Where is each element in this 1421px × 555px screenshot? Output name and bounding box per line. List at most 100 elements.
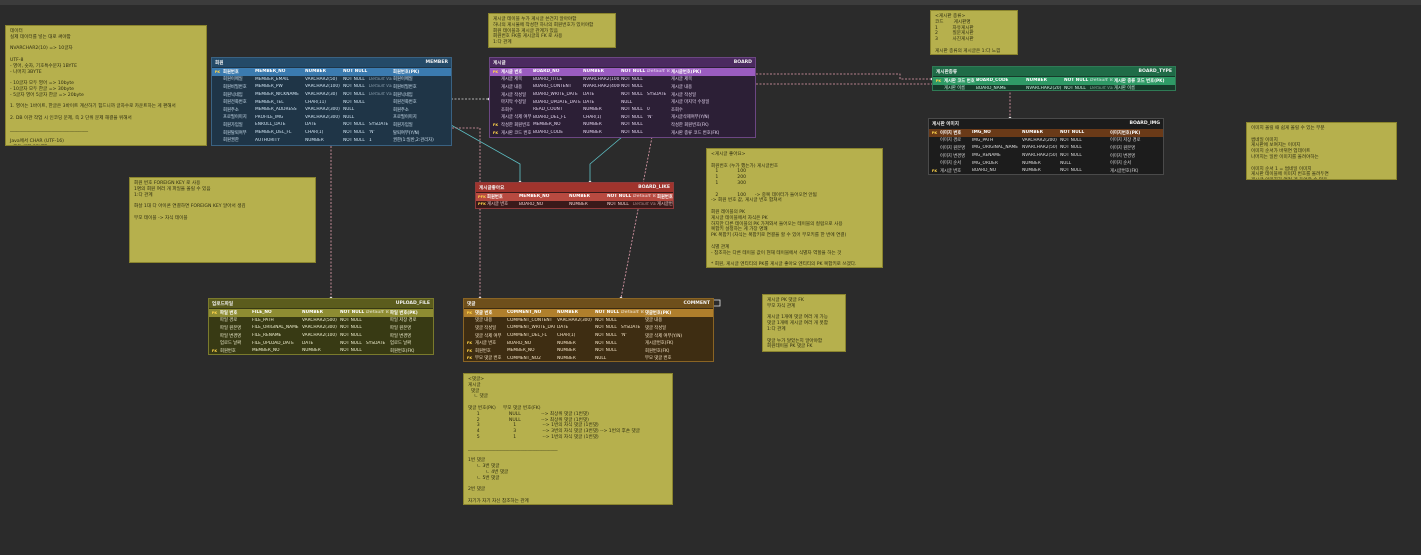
entity-board-like[interactable]: 게시글좋아요 BOARD_LIKE PFK 회원번호 MEMBER_NO NUMBER NO…: [475, 182, 674, 209]
physical-name: BOARD_NO: [533, 69, 560, 75]
data-type: NVARCHAR2(50): [1022, 153, 1058, 159]
comment: 이미지번호(PK): [1110, 130, 1141, 136]
entity-column-row[interactable]: 회원전화번호 MEMBER_TEL CHAR(11) NOT NULL 회원전화번호: [212, 98, 451, 106]
entity-board-type[interactable]: 게시판종류 BOARD_TYPE PK 게시판 코드 번호 BOARD_CODE NUMB…: [932, 66, 1176, 91]
nullable: NOT NULL: [340, 333, 362, 339]
entity-column-row[interactable]: 파일 원본명 FILE_ORIGINAL_NAME VARCHAR2(300) NOT…: [209, 324, 433, 332]
entity-header[interactable]: 업로드파일 UPLOAD_FILE: [209, 299, 433, 308]
entity-column-row[interactable]: 댓글 내용 COMMENT_CONTENT VARCHAR2(300) NOT NUL…: [464, 317, 713, 325]
entity-header[interactable]: 게시판종류 BOARD_TYPE: [933, 67, 1175, 76]
entity-column-row[interactable]: 프로필이미지 PROFILE_IMG VARCHAR2(300) NULL 프로필이미지: [212, 114, 451, 122]
entity-column-row[interactable]: 회원비밀번호 MEMBER_PW VARCHAR2(100) NOT NULL Defa…: [212, 83, 451, 91]
note-line: 1:다 관계: [493, 40, 512, 46]
entity-header[interactable]: 게시글좋아요 BOARD_LIKE: [476, 183, 673, 192]
entity-column-row[interactable]: PK 회원번호 MEMBER_NO NUMBER NOT NULL 회원번호(PK): [212, 68, 451, 76]
comment: 게시판 종류 코드 번호(PK): [1114, 78, 1165, 84]
entity-upload-file[interactable]: 업로드파일 UPLOAD_FILE PK 파일 번호 FILE_NO NUMBER NOT …: [208, 298, 434, 355]
entity-column-row[interactable]: 파일 변경명 FILE_RENAME VARCHAR2(100) NOT NULL 파일…: [209, 332, 433, 340]
logical-name: 댓글 번호: [475, 310, 493, 316]
entity-column-row[interactable]: 회원권한 AUTHORITY NUMBER NOT NULL 1 권한(1:일반,2:관리…: [212, 136, 451, 144]
physical-name: READ_COUNT: [533, 107, 563, 113]
entity-korean-name: 회원: [215, 60, 224, 66]
entity-column-row[interactable]: PFK 게시글 번호 BOARD_NO NUMBER NOT NULL Default V…: [476, 201, 673, 208]
logical-name: 파일 번호: [220, 310, 238, 316]
erd-canvas[interactable]: 데이터 실제 데이터를 넣는 대로 써야함 NVARCHAR2(10) => 10글…: [0, 0, 1421, 555]
entity-column-row[interactable]: 게시글 삭제 여부 BOARD_DEL_FL CHAR(1) NOT NULL 'N' 게…: [490, 114, 755, 122]
entity-column-row[interactable]: 회원이메일 MEMBER_EMAIL VARCHAR2(50) NOT NULL Def…: [212, 76, 451, 84]
note-fk[interactable]: 회원 번호 FOREIGN KEY 로 사용 1명의 회원 여러 개 파일을 올릴…: [129, 177, 316, 263]
entity-column-row[interactable]: FK 게시글 번호 BOARD_NO NUMBER NOT NULL 게시글번호(FK): [929, 167, 1163, 174]
note-line: 자기가 자기 자신 참조하는 관계: [468, 498, 529, 504]
entity-board[interactable]: 게시글 BOARD PK 게시글 번호 BOARD_NO NUMBER NOT NULL De…: [489, 57, 756, 138]
entity-column-row[interactable]: 조회수 READ_COUNT NUMBER NOT NULL 0 조회수: [490, 106, 755, 114]
data-type: VARCHAR2(300): [305, 107, 340, 113]
entity-column-row[interactable]: 이미지 경로 IMG_PATH VARCHAR2(200) NOT NULL 이미지 저…: [929, 137, 1163, 145]
comment: 회원비밀번호: [393, 84, 417, 90]
entity-column-row[interactable]: 이미지 변경명 IMG_RENAME NVARCHAR2(50) NOT NULL 이미…: [929, 152, 1163, 160]
entity-column-row[interactable]: FK 회원번호 MEMBER_NO NUMBER NOT NULL 회원번호(FK): [209, 347, 433, 354]
entity-column-row[interactable]: PK파일 번호 FILE_NO NUMBER NOT NULLDefault Valu…: [209, 309, 433, 317]
entity-column-row[interactable]: 게시글 내용 BOARD_CONTENT NVARCHAR2(4000) NOT NU…: [490, 83, 755, 91]
note-line: 1. 영어는 1바이트, 한글은 3바이트 계산하기 힘드니까 글자수로 카운트…: [10, 104, 176, 110]
physical-name: MEMBER_NO: [533, 122, 561, 128]
entity-member[interactable]: 회원 MEMBER PK 회원번호 MEMBER_NO NUMBER NOT NULL 회원번…: [211, 57, 452, 146]
connector-board-comment: [620, 136, 653, 299]
entity-column-row[interactable]: 댓글 작성일 COMMENT_WRITE_DATE DATE NOT NULL SYSD…: [464, 324, 713, 332]
entity-column-row[interactable]: 업로드 날짜 FILE_UPLOAD_DATE DATE NOT NULL SYSDAT…: [209, 339, 433, 347]
nullable: NOT NULL: [340, 340, 362, 346]
nullable: NOT NULL: [340, 348, 362, 354]
entity-column-row[interactable]: FK 게시판 코드 번호 BOARD_CODE NUMBER NOT NULL 게시판 종…: [490, 129, 755, 137]
comment: 회원번호(FK): [390, 348, 415, 354]
note-img[interactable]: 이미지 올릴 때 쉽게 올릴 수 있는 부분 썸네일 이미지 게시판에 보여지는 이…: [1246, 122, 1397, 180]
physical-name: BOARD_CODE: [533, 130, 563, 136]
entity-comment[interactable]: 댓글 COMMENT PK 댓글 번호 COMMENT_NO NUMBER NOT NULL…: [463, 298, 714, 362]
entity-column-row[interactable]: FK 부모 댓글 번호 COMMENT_NO2 NUMBER NULL 부모 댓글 번호: [464, 355, 713, 362]
nullable: NOT NULL: [343, 69, 368, 75]
entity-column-row[interactable]: PK 댓글 번호 COMMENT_NO NUMBER NOT NULL Default V…: [464, 309, 713, 317]
entity-column-row[interactable]: PK게시글 번호 BOARD_NO NUMBER NOT NULLDefault Va…: [490, 68, 755, 76]
entity-column-row[interactable]: 이미지 순서 IMG_ORDER NUMBER NULL 이미지 순서: [929, 159, 1163, 167]
entity-column-row[interactable]: PK 이미지 번호 IMG_NO NUMBER NOT NULL 이미지번호(PK): [929, 129, 1163, 137]
key-badge: PK: [466, 310, 473, 315]
entity-column-row[interactable]: 파일 경로 FILE_PATH VARCHAR2(500) NOT NULL 파일 저장…: [209, 317, 433, 325]
entity-column-row[interactable]: 회원주소 MEMBER_ADDRESS VARCHAR2(300) NULL 회원주소: [212, 106, 451, 114]
entity-column-row[interactable]: 회원탈퇴여부 MEMBER_DEL_FL CHAR(1) NOT NULL 'N' 탈퇴여…: [212, 129, 451, 137]
entity-column-row[interactable]: PK 게시판 코드 번호 BOARD_CODE NUMBER NOT NULL Defau…: [933, 77, 1175, 85]
note-comment-fk[interactable]: 게시글 PK 댓글 FK 부모 자식 관계 게시글 1개에 댓글 여러 개 가능 댓글…: [762, 294, 846, 352]
entity-column-row[interactable]: FK 작성한 회원번호 MEMBER_NO NUMBER NOT NULL 작성한 회원번…: [490, 121, 755, 129]
physical-name: FILE_PATH: [252, 317, 274, 323]
key-icon: FK: [464, 341, 474, 345]
entity-header[interactable]: 게시글 BOARD: [490, 58, 755, 67]
entity-column-row[interactable]: FK 회원번호 MEMBER_NO NUMBER NOT NULL 회원번호(FK): [464, 347, 713, 355]
data-type: VARCHAR2(300): [302, 325, 337, 331]
entity-column-row[interactable]: 게시글 작성일 BOARD_WRITE_DATE DATE NOT NULL SYSDA…: [490, 91, 755, 99]
entity-column-row[interactable]: 게시판 이름 BOARD_NAME NVARCHAR2(20) NOT NULL Def…: [933, 85, 1175, 90]
entity-header[interactable]: 회원 MEMBER: [212, 58, 451, 67]
note-comment-tree[interactable]: <댓글> 게시글 댓글 ㄴ 댓글 댓글 번호(PK) 부모 댓글 번호(FK) 1 …: [463, 373, 673, 505]
entity-board-img[interactable]: 게시판 이미지 BOARD_IMG PK 이미지 번호 IMG_NO NUMBER NOT …: [928, 118, 1164, 175]
logical-name: 부모 댓글 번호: [475, 356, 502, 362]
entity-column-row[interactable]: 게시글 제목 BOARD_TITLE NVARCHAR2(100) NOT NULL 게…: [490, 76, 755, 84]
comment: 회원주소: [393, 107, 409, 113]
entity-column-row[interactable]: 회원가입일 ENROLL_DATE DATE NOT NULL SYSDATE 회원가입일: [212, 121, 451, 129]
entity-english-name: BOARD_LIKE: [638, 185, 670, 190]
note-board-type[interactable]: <게시판 종류> 코드 게시판명 1 자유게시판 2 질문게시판 3 사진게시판 게시판 …: [930, 10, 1018, 55]
entity-column-row[interactable]: 이미지 원본명 IMG_ORIGINAL_NAME NVARCHAR2(50) NOT…: [929, 144, 1163, 152]
entity-english-name: BOARD_TYPE: [1138, 69, 1172, 74]
comment: 게시글 내용: [671, 84, 693, 90]
entity-column-row[interactable]: 회원닉네임 MEMBER_NICKNAME VARCHAR2(30) NOT NULL…: [212, 91, 451, 99]
entity-column-row[interactable]: 마지막 수정일 BOARD_UPDATE_DATE DATE NULL 게시글 마지막 …: [490, 98, 755, 106]
note-board-rel[interactable]: 게시글 테이블 누가 게시글 쓴건지 알아야함 하나의 게시물에 작성한 하나의 …: [488, 13, 616, 48]
data-type: CHAR(1): [305, 130, 324, 136]
nullable: NOT NULL: [595, 333, 617, 339]
entity-header[interactable]: 댓글 COMMENT: [464, 299, 713, 308]
note-data-types[interactable]: 데이터 실제 데이터를 넣는 대로 써야함 NVARCHAR2(10) => 10글…: [5, 25, 207, 146]
nullable: NOT NULL: [621, 114, 643, 120]
entity-header[interactable]: 게시판 이미지 BOARD_IMG: [929, 119, 1163, 128]
entity-column-row[interactable]: PFK회원번호 MEMBER_NO NUMBER NOT NULLDefault Va…: [476, 193, 673, 201]
physical-name: FILE_ORIGINAL_NAME: [252, 325, 299, 331]
entity-column-row[interactable]: 댓글 삭제 여부 COMMENT_DEL_FL CHAR(1) NOT NULL 'N'…: [464, 332, 713, 340]
entity-column-row[interactable]: FK 게시글 번호 BOARD_NO NUMBER NOT NULL 게시글번호(FK): [464, 339, 713, 347]
note-like[interactable]: <게시글 좋아요> 회원번호 (누가 했는가) 게시글번호 1 100 1 200…: [706, 148, 883, 268]
physical-name: BOARD_NO: [972, 168, 997, 174]
